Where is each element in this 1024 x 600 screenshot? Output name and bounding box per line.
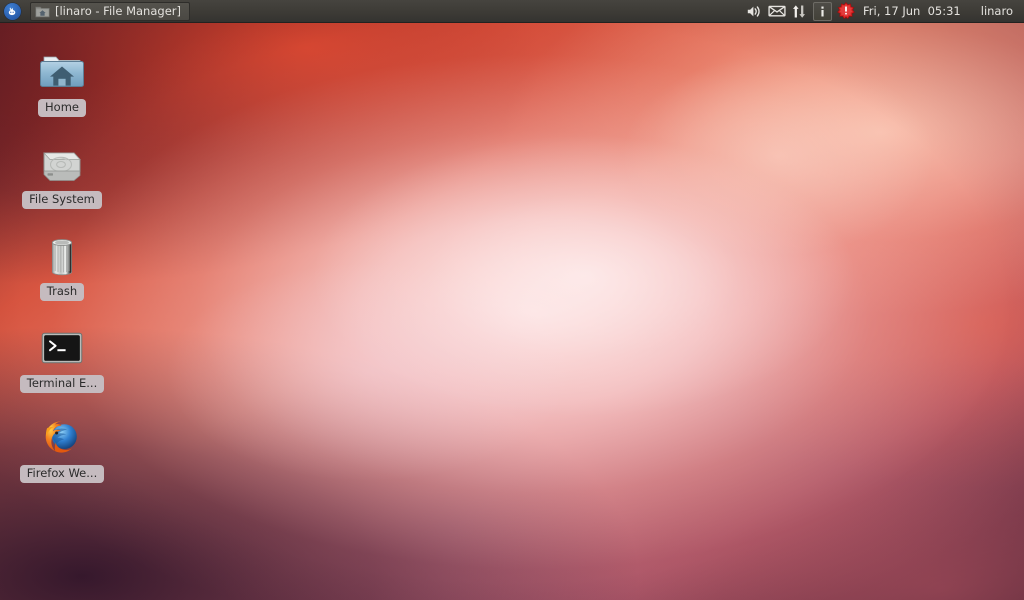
network-icon[interactable] [788,0,810,23]
home-folder-icon [38,48,86,96]
firefox-icon [38,414,86,462]
desktop-icon-firefox[interactable]: Firefox We... [12,414,112,483]
desktop-icon-file-system[interactable]: File System [12,140,112,209]
desktop-icon-label: Firefox We... [19,465,105,483]
desktop-icon-label: File System [22,191,102,209]
info-icon[interactable] [813,1,833,21]
wallpaper-base [0,0,1024,600]
wallpaper-glow [0,0,1024,600]
clock[interactable]: Fri, 17 Jun 05:31 [857,4,967,18]
whisker-menu-button[interactable] [0,0,24,23]
desktop-icon-home[interactable]: Home [12,48,112,117]
panel-left-section: [linaro - File Manager] [0,0,190,22]
desktop-icon-terminal[interactable]: Terminal E... [12,324,112,393]
volume-icon[interactable] [744,0,766,23]
terminal-icon [38,324,86,372]
mouse-icon [3,2,21,20]
desktop[interactable]: [linaro - File Manager] Fri, 17 Jun 05:3… [0,0,1024,600]
update-alert-icon[interactable] [835,0,857,23]
desktop-icon-label: Home [38,99,86,117]
wallpaper-vignette [0,0,1024,600]
window-list-button-file-manager[interactable]: [linaro - File Manager] [30,1,190,21]
hard-drive-icon [38,140,86,188]
top-panel: [linaro - File Manager] Fri, 17 Jun 05:3… [0,0,1024,23]
desktop-icon-trash[interactable]: Trash [12,232,112,301]
user-menu-button[interactable]: linaro [967,4,1017,18]
trash-can-icon [38,232,86,280]
mail-icon[interactable] [766,0,788,23]
desktop-icon-label: Trash [39,283,85,301]
desktop-icon-label: Terminal E... [19,375,105,393]
panel-tray-section: Fri, 17 Jun 05:31 linaro [744,0,1024,22]
home-folder-icon [35,5,50,18]
window-button-title: [linaro - File Manager] [55,4,181,18]
